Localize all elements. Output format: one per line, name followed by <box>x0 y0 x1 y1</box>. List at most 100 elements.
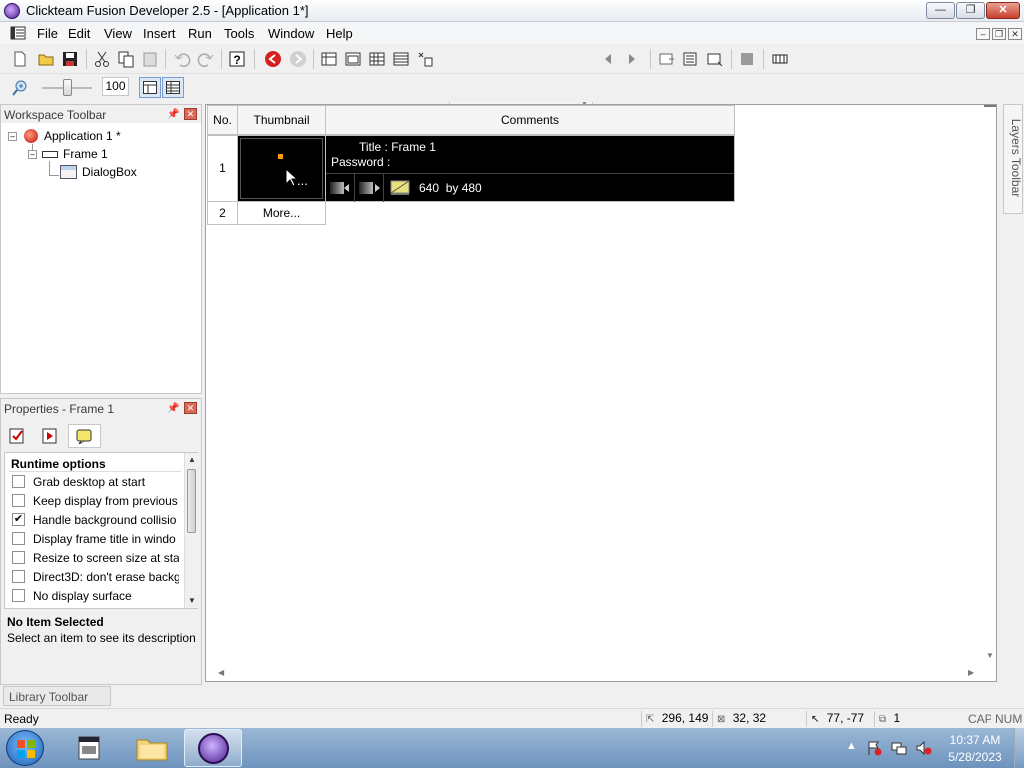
column-header-thumbnail[interactable]: Thumbnail <box>237 105 326 135</box>
layers-toolbar-tab[interactable]: Layers Toolbar <box>1003 104 1023 214</box>
expand-toggle-icon[interactable]: – <box>28 150 37 159</box>
cut-icon[interactable] <box>93 50 111 68</box>
mdi-minimize-icon[interactable]: – <box>976 28 990 40</box>
previous-frame-icon[interactable] <box>599 50 617 68</box>
volume-muted-icon[interactable] <box>916 740 932 756</box>
frame-thumbnail[interactable] <box>240 138 323 199</box>
scroll-down-icon[interactable]: ▼ <box>986 651 994 660</box>
start-button[interactable] <box>6 730 44 766</box>
minimize-button[interactable]: — <box>926 2 955 19</box>
redo-icon[interactable] <box>197 50 215 68</box>
expand-toggle-icon[interactable]: – <box>8 132 17 141</box>
close-icon[interactable]: ✕ <box>184 402 197 414</box>
run-frame-icon[interactable] <box>658 50 676 68</box>
next-frame-icon[interactable] <box>623 50 641 68</box>
about-tab[interactable] <box>68 424 101 448</box>
taskbar-explorer[interactable] <box>130 731 174 765</box>
menu-edit[interactable]: Edit <box>68 26 90 41</box>
runtime-option-row[interactable]: Resize to screen size at start <box>10 550 180 569</box>
open-folder-icon[interactable] <box>37 50 55 68</box>
network-icon[interactable] <box>891 740 907 756</box>
menu-view[interactable]: View <box>104 26 132 41</box>
checkbox[interactable] <box>12 589 25 602</box>
pin-icon[interactable]: 📌 <box>167 403 179 415</box>
checkbox[interactable] <box>12 494 25 507</box>
scroll-down-icon[interactable]: ▼ <box>188 596 196 605</box>
zoom-input[interactable]: 100 <box>102 77 129 96</box>
data-elements-icon[interactable] <box>416 50 434 68</box>
runtime-option-row[interactable]: ✔ Handle background collisio <box>10 512 180 531</box>
view-mode-button-b[interactable] <box>162 77 184 98</box>
tree-item-frame[interactable]: Frame 1 <box>63 147 108 161</box>
checkbox-checked[interactable]: ✔ <box>12 513 25 526</box>
runtime-option-row[interactable]: No display surface <box>10 588 180 607</box>
flag-warning-icon[interactable] <box>866 740 882 756</box>
event-editor-icon[interactable] <box>368 50 386 68</box>
runtime-option-row[interactable]: Grab desktop at start <box>10 474 180 493</box>
fade-in-button[interactable] <box>327 174 355 202</box>
tree-item-application[interactable]: Application 1 * <box>44 129 121 143</box>
scroll-up-icon[interactable]: ▲ <box>188 455 196 464</box>
menu-help[interactable]: Help <box>326 26 353 41</box>
column-header-comments[interactable]: Comments <box>325 105 735 135</box>
undo-icon[interactable] <box>173 50 191 68</box>
pin-icon[interactable]: 📌 <box>167 109 179 121</box>
show-hidden-icons-icon[interactable]: ▲ <box>846 740 857 752</box>
scroll-right-icon[interactable]: ▶ <box>968 668 974 677</box>
scroll-left-icon[interactable]: ◀ <box>218 668 224 677</box>
settings-tab-icon[interactable] <box>9 428 25 444</box>
runtime-tab-icon[interactable] <box>42 428 58 444</box>
runtime-option-row[interactable]: Direct3D: don't erase backg <box>10 569 180 588</box>
runtime-option-row[interactable]: Display frame title in windo <box>10 531 180 550</box>
view-mode-button-a[interactable] <box>139 77 161 98</box>
mdi-restore-icon[interactable]: ❐ <box>992 28 1006 40</box>
properties-scrollbar[interactable]: ▲ ▼ <box>184 453 198 608</box>
editor-horizontal-scrollbar[interactable]: ◀ ▶ <box>206 666 984 680</box>
zoom-slider-thumb[interactable] <box>63 79 72 96</box>
clock-date[interactable]: 5/28/2023 <box>940 750 1010 764</box>
clock-time[interactable]: 10:37 AM <box>940 733 1010 747</box>
menu-window[interactable]: Window <box>268 26 314 41</box>
taskbar-app-1[interactable] <box>70 731 108 765</box>
app-menu-icon[interactable] <box>10 26 26 40</box>
paste-icon[interactable] <box>141 50 159 68</box>
frame-thumbnail-cell[interactable]: ... <box>237 135 326 202</box>
save-icon[interactable] <box>61 50 79 68</box>
checkbox[interactable] <box>12 570 25 583</box>
help-icon[interactable]: ? <box>228 50 246 68</box>
menu-run[interactable]: Run <box>188 26 212 41</box>
menu-file[interactable]: File <box>37 26 58 41</box>
more-frames-button[interactable]: More... <box>237 201 326 225</box>
storyboard-editor-icon[interactable] <box>320 50 338 68</box>
frame-editor-icon[interactable] <box>344 50 362 68</box>
mdi-close-icon[interactable]: ✕ <box>1008 28 1022 40</box>
frame-comments-cell[interactable]: Title : Frame 1 Password : 640 by 480 <box>325 135 735 202</box>
show-desktop-button[interactable] <box>1014 728 1024 768</box>
menu-insert[interactable]: Insert <box>143 26 176 41</box>
editor-vertical-scrollbar[interactable]: ▼ <box>984 105 996 665</box>
zoom-icon[interactable] <box>11 79 29 97</box>
section-runtime-options[interactable]: Runtime options <box>9 455 181 472</box>
maximize-button[interactable]: ❐ <box>956 2 985 19</box>
run-application-icon[interactable] <box>682 50 700 68</box>
menu-tools[interactable]: Tools <box>224 26 254 41</box>
build-run-icon[interactable] <box>706 50 724 68</box>
checkbox[interactable] <box>12 532 25 545</box>
scroll-thumb[interactable] <box>187 469 196 533</box>
library-toolbar-tab[interactable]: Library Toolbar <box>3 686 111 706</box>
copy-icon[interactable] <box>117 50 135 68</box>
checkbox[interactable] <box>12 475 25 488</box>
event-list-icon[interactable] <box>392 50 410 68</box>
close-icon[interactable]: ✕ <box>184 108 197 120</box>
tree-item-dialogbox[interactable]: DialogBox <box>82 165 137 179</box>
new-file-icon[interactable] <box>11 50 29 68</box>
fade-out-button[interactable] <box>356 174 384 202</box>
column-header-no[interactable]: No. <box>207 105 238 135</box>
checkbox[interactable] <box>12 551 25 564</box>
back-red-icon[interactable] <box>264 50 282 68</box>
close-button[interactable]: ✕ <box>986 2 1020 19</box>
runtime-option-row[interactable]: Keep display from previous <box>10 493 180 512</box>
frame-size-icon[interactable] <box>390 180 410 196</box>
debugger-icon[interactable] <box>771 50 789 68</box>
stop-icon[interactable] <box>738 50 756 68</box>
